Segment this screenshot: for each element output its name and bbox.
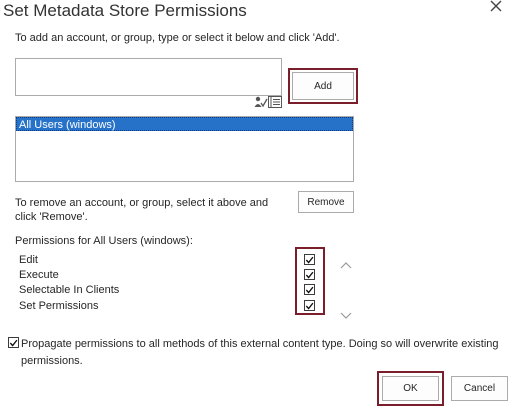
- address-book-icon[interactable]: [268, 96, 282, 108]
- permissions-header: Permissions for All Users (windows):: [15, 235, 193, 247]
- check-names-icon[interactable]: [254, 96, 268, 108]
- permission-label-edit: Edit: [19, 254, 38, 266]
- cancel-button[interactable]: Cancel: [451, 376, 508, 401]
- permission-checkbox-execute[interactable]: [304, 269, 315, 280]
- permission-checkbox-selectable-in-clients[interactable]: [304, 284, 315, 295]
- checkmark-icon: [305, 271, 314, 279]
- permission-checkbox-set-permissions[interactable]: [304, 300, 315, 311]
- remove-instructions: To remove an account, or group, select i…: [15, 197, 269, 223]
- account-item-all-users[interactable]: All Users (windows): [16, 117, 353, 131]
- checkmark-icon: [9, 339, 18, 347]
- chevron-down-icon[interactable]: [340, 309, 352, 319]
- checkmark-icon: [305, 286, 314, 294]
- propagate-checkbox[interactable]: [8, 337, 19, 348]
- remove-button[interactable]: Remove: [298, 191, 354, 213]
- checkmark-icon: [305, 256, 314, 264]
- ok-button[interactable]: OK: [382, 376, 439, 401]
- people-picker-input[interactable]: [15, 58, 282, 96]
- chevron-up-icon[interactable]: [340, 258, 352, 269]
- accounts-list[interactable]: All Users (windows): [15, 116, 354, 182]
- propagate-label: Propagate permissions to all methods of …: [21, 338, 499, 367]
- permission-label-execute: Execute: [19, 269, 59, 281]
- close-icon[interactable]: [488, 0, 504, 14]
- add-instructions: To add an account, or group, type or sel…: [15, 32, 340, 44]
- dialog-title: Set Metadata Store Permissions: [3, 1, 247, 20]
- permission-label-selectable-in-clients: Selectable In Clients: [19, 284, 120, 296]
- checkmark-icon: [305, 302, 314, 310]
- permission-checkbox-edit[interactable]: [304, 254, 315, 265]
- add-button[interactable]: Add: [292, 72, 354, 100]
- permission-label-set-permissions: Set Permissions: [19, 300, 99, 312]
